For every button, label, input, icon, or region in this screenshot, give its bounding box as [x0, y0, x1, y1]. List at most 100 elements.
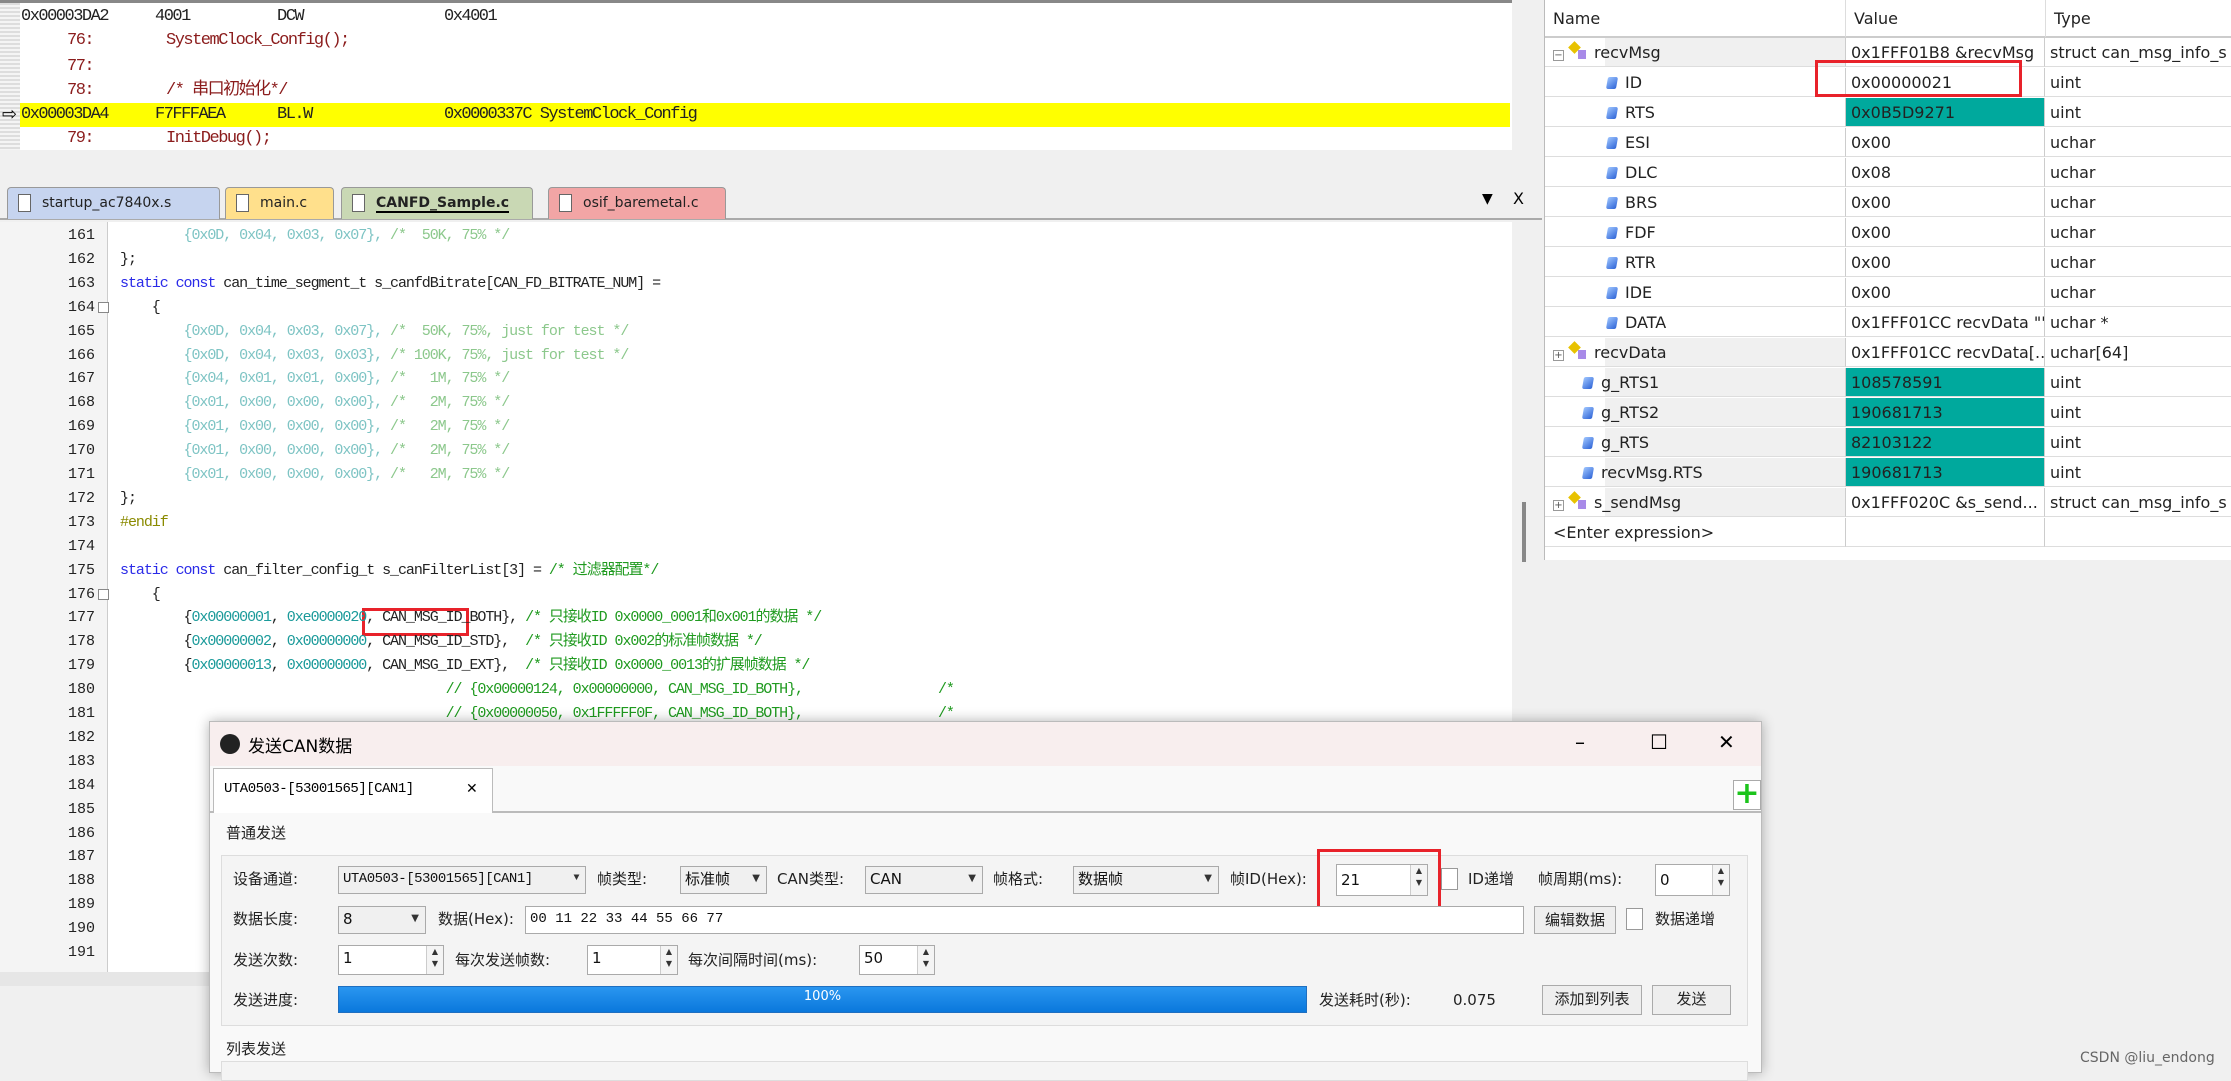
disassembly-line: 0x00003DA2 4001 DCW 0x4001: [0, 5, 1510, 29]
data-increment-checkbox[interactable]: [1626, 908, 1643, 930]
watch-row[interactable]: recvMsg.RTS 190681713 uint: [1545, 458, 2231, 488]
watch-value[interactable]: 190681713: [1845, 398, 2045, 427]
watch-value[interactable]: 0x1FFF020C &s_send...: [1845, 488, 2045, 517]
dialog-title: 发送CAN数据: [248, 737, 353, 757]
watch-name: ID: [1545, 68, 1845, 97]
expand-icon[interactable]: +: [1553, 500, 1564, 511]
add-tab-button[interactable]: +: [1733, 779, 1761, 810]
frames-per-send-spinner[interactable]: 1: [587, 945, 678, 975]
can-type-label: CAN类型:: [777, 870, 845, 888]
watch-row[interactable]: BRS 0x00 uchar: [1545, 188, 2231, 218]
expand-icon[interactable]: +: [1553, 350, 1564, 361]
watch-name-text: DLC: [1625, 163, 1658, 182]
source-line-code: SystemClock_Config();: [166, 31, 350, 50]
data-input[interactable]: 00 11 22 33 44 55 66 77: [525, 906, 1524, 934]
dlc-label: 数据长度:: [233, 910, 299, 928]
id-increment-checkbox[interactable]: [1441, 868, 1458, 890]
watch-name: <Enter expression>: [1545, 518, 1845, 547]
watch-row[interactable]: DATA 0x1FFF01CC recvData "" uchar *: [1545, 308, 2231, 338]
dialog-title-bar: 发送CAN数据 – ☐ ✕: [210, 722, 1761, 766]
line-text: {0x0D, 0x04, 0x03, 0x07}, /* 50K, 75%, j…: [120, 320, 630, 344]
progress-text: 100%: [803, 989, 842, 1004]
watch-value[interactable]: 0x00: [1845, 278, 2045, 307]
column-header-type[interactable]: Type: [2046, 0, 2231, 38]
watch-row[interactable]: RTS 0x0B5D9271 uint: [1545, 98, 2231, 128]
minimize-button[interactable]: –: [1575, 730, 1585, 754]
interval-spinner[interactable]: 50: [859, 945, 935, 975]
watch-value[interactable]: 190681713: [1845, 458, 2045, 487]
watch-row[interactable]: g_RTS1 108578591 uint: [1545, 368, 2231, 398]
watch-type: uint: [2045, 428, 2231, 457]
can-type-select[interactable]: CAN: [865, 866, 983, 894]
watch-type: uint: [2045, 368, 2231, 397]
add-to-list-button[interactable]: 添加到列表: [1542, 985, 1642, 1015]
watch-name-text: g_RTS1: [1601, 373, 1660, 392]
watch-value[interactable]: 82103122: [1845, 428, 2045, 457]
fold-collapse-icon[interactable]: [98, 301, 109, 313]
device-tab[interactable]: UTA0503-[53001565][CAN1] ✕: [213, 768, 493, 813]
line-text: #endif: [120, 511, 169, 535]
code-token: ,: [270, 609, 287, 627]
column-header-name[interactable]: Name: [1545, 0, 1846, 38]
column-header-value[interactable]: Value: [1846, 0, 2046, 38]
close-tab-icon[interactable]: X: [1513, 189, 1524, 208]
tab-startup-ac7840x-s[interactable]: startup_ac7840x.s: [7, 187, 220, 219]
disassembly-scrollbar[interactable]: [1512, 0, 1542, 180]
watch-value[interactable]: 0x00: [1845, 248, 2045, 277]
watch-value[interactable]: 0x00: [1845, 188, 2045, 217]
source-line-number: 76:: [67, 31, 95, 50]
watch-name: g_RTS2: [1545, 398, 1845, 427]
variable-icon: [1581, 407, 1595, 419]
watch-row[interactable]: IDE 0x00 uchar: [1545, 278, 2231, 308]
watch-value[interactable]: 0x00: [1845, 218, 2045, 247]
code-token: };: [120, 489, 137, 507]
disassembly-line: 77:: [0, 55, 1510, 79]
tab-osif-baremetal-c[interactable]: osif_baremetal.c: [548, 187, 726, 219]
line-number: 168: [67, 394, 95, 412]
watch-name-text: BRS: [1625, 193, 1658, 212]
device-tab-label: UTA0503-[53001565][CAN1]: [224, 781, 414, 797]
frame-id-label: 帧ID(Hex):: [1230, 870, 1307, 888]
close-tab-icon[interactable]: ✕: [466, 781, 478, 797]
watch-value[interactable]: 0x08: [1845, 158, 2045, 187]
struct-variable-icon: [1570, 43, 1588, 61]
watch-row[interactable]: g_RTS 82103122 uint: [1545, 428, 2231, 458]
watch-value[interactable]: [1845, 518, 2045, 547]
watch-value[interactable]: 108578591: [1845, 368, 2045, 397]
tab-menu-icon[interactable]: ▼: [1482, 191, 1493, 207]
watch-row[interactable]: <Enter expression>: [1545, 518, 2231, 548]
close-button[interactable]: ✕: [1718, 730, 1735, 754]
line-number: 181: [67, 705, 95, 722]
edit-data-button[interactable]: 编辑数据: [1534, 906, 1616, 934]
collapse-icon[interactable]: −: [1553, 50, 1564, 61]
list-send-group: [221, 1061, 1748, 1081]
tab-canfd-sample-c[interactable]: CANFD_Sample.c: [341, 187, 533, 219]
watch-row[interactable]: g_RTS2 190681713 uint: [1545, 398, 2231, 428]
code-line: 176 {: [0, 583, 1510, 607]
send-count-spinner[interactable]: 1: [338, 945, 444, 975]
tab-main-c[interactable]: main.c: [225, 187, 334, 219]
period-label: 帧周期(ms):: [1538, 870, 1623, 888]
watch-row[interactable]: + recvData 0x1FFF01CC recvData[... uchar[64…: [1545, 338, 2231, 368]
watch-name-text: DATA: [1625, 313, 1667, 332]
watch-row[interactable]: FDF 0x00 uchar: [1545, 218, 2231, 248]
device-select[interactable]: UTA0503-[53001565][CAN1]: [338, 866, 586, 894]
send-button[interactable]: 发送: [1652, 985, 1731, 1015]
frame-format-select[interactable]: 数据帧: [1073, 866, 1219, 894]
watch-row[interactable]: RTR 0x00 uchar: [1545, 248, 2231, 278]
frame-type-select[interactable]: 标准帧: [680, 866, 767, 894]
period-spinner[interactable]: 0: [1655, 864, 1730, 896]
watch-row[interactable]: + s_sendMsg 0x1FFF020C &s_send... struct ca…: [1545, 488, 2231, 518]
fold-collapse-icon[interactable]: [98, 588, 109, 600]
watch-row[interactable]: ESI 0x00 uchar: [1545, 128, 2231, 158]
watch-row[interactable]: DLC 0x08 uchar: [1545, 158, 2231, 188]
tab-label: main.c: [260, 195, 308, 211]
tab-label: CANFD_Sample.c: [376, 195, 510, 213]
line-number: 178: [67, 633, 95, 651]
maximize-button[interactable]: ☐: [1650, 730, 1668, 754]
watch-value[interactable]: 0x1FFF01CC recvData[...: [1845, 338, 2045, 367]
watch-value[interactable]: 0x1FFF01CC recvData "": [1845, 308, 2045, 337]
watch-value[interactable]: 0x00: [1845, 128, 2045, 157]
watch-value[interactable]: 0x0B5D9271: [1845, 98, 2045, 127]
dlc-select[interactable]: 8: [338, 906, 426, 934]
